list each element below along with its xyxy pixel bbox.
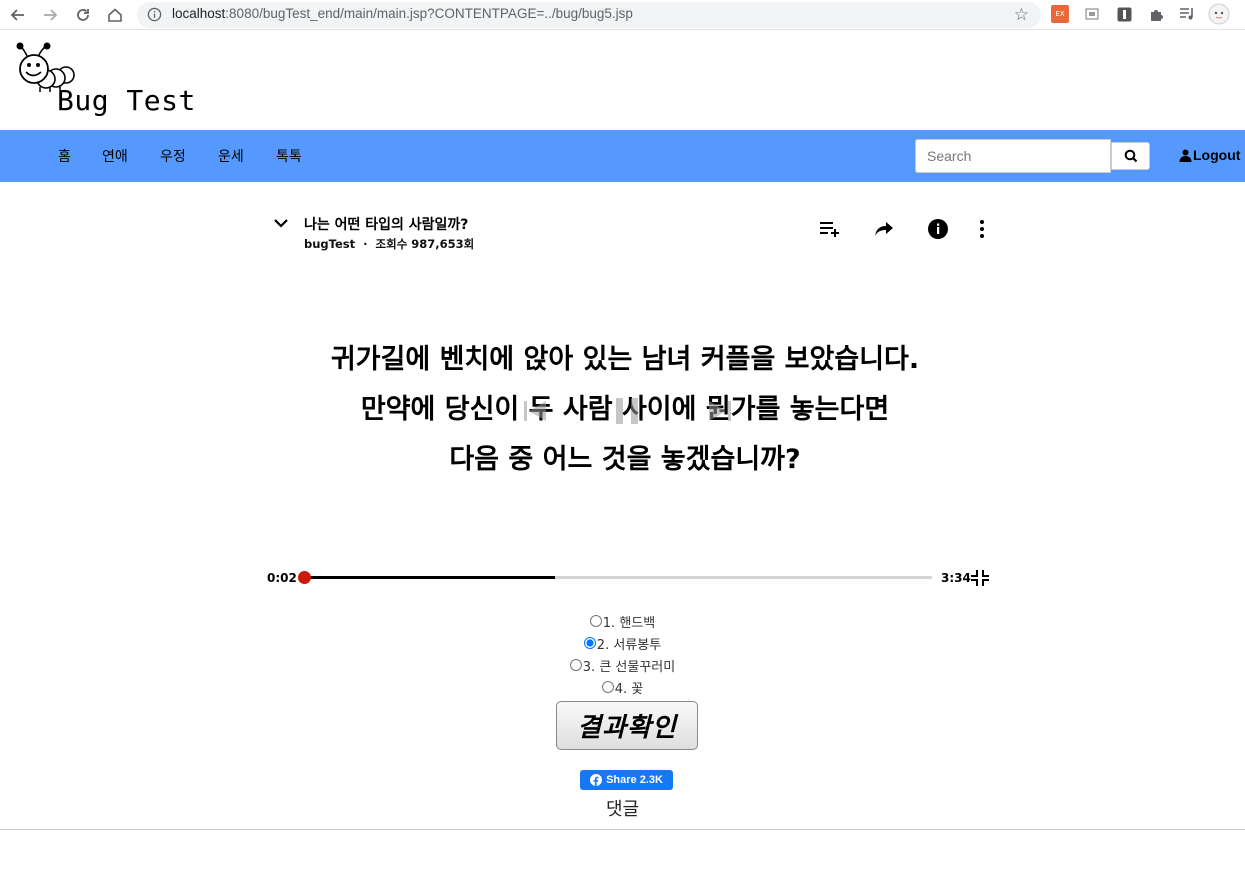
extension-ex-label: EX — [1055, 10, 1065, 18]
answer-options: 1. 핸드백 2. 서류봉투 3. 큰 선물꾸러미 4. 꽃 — [0, 610, 1245, 698]
nav-item-love[interactable]: 연애 — [102, 146, 128, 166]
more-options-icon[interactable] — [969, 216, 995, 242]
answer-option-3[interactable]: 3. 큰 선물꾸러미 — [0, 654, 1245, 676]
answer-radio-3[interactable] — [569, 659, 582, 671]
progress-bar-played — [304, 576, 556, 579]
reload-icon[interactable] — [72, 4, 94, 26]
result-check-button[interactable]: 결과확인 — [556, 701, 698, 750]
divider — [0, 829, 1245, 830]
logo-text[interactable]: Bug Test — [57, 84, 196, 117]
exit-fullscreen-icon[interactable] — [970, 569, 990, 587]
address-bar[interactable]: localhost:8080/bugTest_end/main/main.jsp… — [137, 2, 1041, 28]
share-label: Share 2.3K — [606, 774, 663, 786]
extension-ex-icon[interactable]: EX — [1051, 5, 1069, 23]
site-info-icon[interactable] — [147, 7, 162, 22]
nav-item-home[interactable]: 홈 — [58, 146, 71, 166]
video-views: 조회수 987,653회 — [375, 237, 475, 251]
url-path: :8080/bugTest_end/main/main.jsp?CONTENTP… — [225, 6, 633, 21]
extension-dark-icon[interactable] — [1115, 5, 1133, 23]
search-button[interactable] — [1111, 142, 1150, 170]
info-icon[interactable] — [925, 216, 951, 242]
question-line-1: 귀가길에 벤치에 앉아 있는 남녀 커플을 보았습니다. — [330, 344, 920, 375]
url-host: localhost — [172, 6, 226, 21]
meta-separator: · — [363, 237, 368, 251]
answer-radio-4[interactable] — [601, 681, 614, 693]
answer-option-1[interactable]: 1. 핸드백 — [0, 610, 1245, 632]
time-current: 0:02 — [267, 571, 297, 585]
pause-icon[interactable] — [613, 396, 641, 426]
video-channel: bugTest — [304, 237, 356, 251]
answer-label-2: 2. 서류봉투 — [596, 637, 662, 653]
profile-avatar-icon[interactable] — [1208, 3, 1230, 25]
logout-label: Logout — [1193, 147, 1241, 163]
main-navbar: 홈 연애 우정 운세 톡톡 Search Logout — [0, 130, 1245, 182]
home-icon[interactable] — [104, 4, 126, 26]
logout-link[interactable]: Logout — [1179, 147, 1240, 163]
chevron-down-icon[interactable] — [272, 214, 290, 232]
comments-label: 댓글 — [605, 799, 640, 820]
answer-option-2[interactable]: 2. 서류봉투 — [0, 632, 1245, 654]
nav-item-talk[interactable]: 톡톡 — [276, 146, 302, 166]
share-arrow-icon[interactable] — [871, 216, 897, 242]
facebook-icon — [590, 774, 603, 786]
time-duration: 3:34 — [941, 571, 971, 585]
forward-icon[interactable] — [39, 4, 61, 26]
answer-radio-1[interactable] — [589, 615, 602, 627]
previous-track-icon[interactable] — [522, 399, 548, 423]
nav-item-fortune[interactable]: 운세 — [218, 146, 244, 166]
progress-scrubber[interactable] — [298, 571, 311, 584]
search-icon — [1124, 149, 1137, 163]
media-queue-icon[interactable] — [1178, 5, 1196, 23]
answer-label-1: 1. 핸드백 — [602, 615, 656, 631]
url-text: localhost:8080/bugTest_end/main/main.jsp… — [172, 6, 633, 21]
video-title: 나는 어떤 타입의 사람일까? — [304, 217, 469, 233]
facebook-share-button[interactable]: Share 2.3K — [580, 770, 673, 790]
back-icon[interactable] — [7, 4, 29, 26]
add-to-queue-icon[interactable] — [817, 216, 843, 242]
answer-label-3: 3. 큰 선물꾸러미 — [582, 659, 676, 675]
extension-card-icon[interactable] — [1083, 5, 1101, 23]
progress-bar[interactable] — [304, 576, 932, 579]
browser-toolbar: localhost:8080/bugTest_end/main/main.jsp… — [0, 0, 1245, 30]
bookmark-star-icon[interactable]: ☆ — [1014, 5, 1029, 25]
answer-option-4[interactable]: 4. 꽃 — [0, 676, 1245, 698]
user-icon — [1179, 149, 1192, 162]
question-line-3: 다음 중 어느 것을 놓겠습니까? — [449, 444, 801, 475]
answer-label-4: 4. 꽃 — [614, 681, 644, 697]
search-input[interactable]: Search — [915, 139, 1111, 173]
extensions-puzzle-icon[interactable] — [1147, 5, 1165, 23]
video-meta: bugTest · 조회수 987,653회 — [304, 236, 474, 252]
nav-item-friendship[interactable]: 우정 — [160, 146, 186, 166]
next-track-icon[interactable] — [707, 399, 733, 423]
answer-radio-2[interactable] — [583, 637, 596, 649]
